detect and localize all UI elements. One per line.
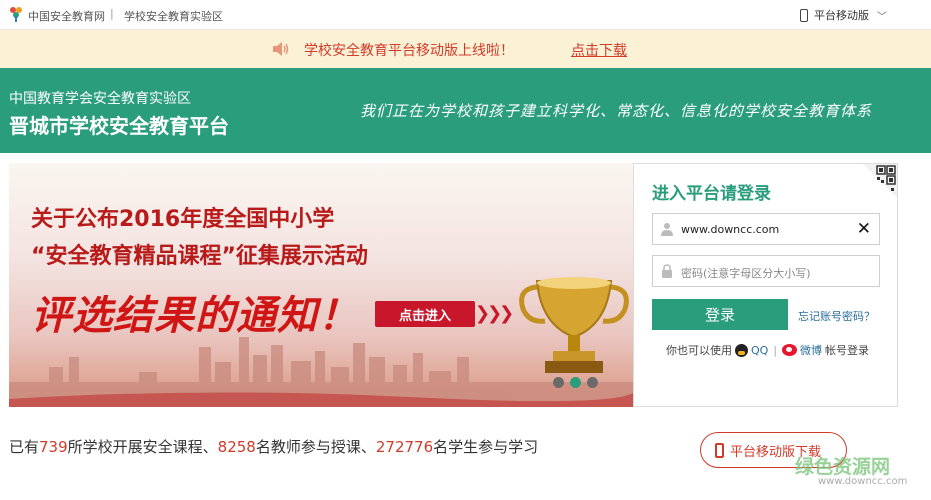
carousel-dot-1[interactable] bbox=[553, 377, 564, 388]
weibo-icon[interactable] bbox=[782, 344, 798, 356]
notice-download-link[interactable]: 点击下载 bbox=[571, 40, 627, 60]
chevron-down-icon: ﹀ bbox=[877, 11, 887, 23]
double-chevron-right-icon: ❯❯❯ bbox=[475, 303, 514, 324]
qq-icon[interactable] bbox=[735, 343, 748, 357]
login-button[interactable]: 登录 bbox=[652, 299, 788, 330]
site-name-link[interactable]: 中国安全教育网 bbox=[28, 8, 105, 24]
alt-login-divider: | bbox=[773, 343, 778, 357]
stats-text-4: 名学生参与学习 bbox=[433, 438, 539, 456]
notice-bar: 学校安全教育平台移动版上线啦！ 点击下载 bbox=[0, 30, 931, 68]
username-value: www.downcc.com bbox=[681, 223, 780, 236]
site-logo-icon[interactable] bbox=[8, 6, 24, 22]
student-count: 272776 bbox=[375, 438, 434, 456]
third-party-login: 你也可以使用 QQ | 微博 帐号登录 bbox=[666, 342, 869, 358]
banner-enter-button[interactable]: 点击进入 bbox=[375, 301, 475, 327]
carousel-dot-2[interactable] bbox=[570, 377, 581, 388]
watermark-logo: 绿色资源网 bbox=[795, 456, 891, 478]
watermark-url: www.downcc.com bbox=[818, 476, 908, 487]
stats-text-3: 名教师参与授课、 bbox=[255, 438, 376, 456]
weibo-login-link[interactable]: 微博 bbox=[800, 342, 822, 358]
banner-title-line3: 评选结果的通知！ bbox=[31, 293, 359, 339]
speaker-icon bbox=[273, 42, 289, 56]
notice-message: 学校安全教育平台移动版上线啦！ bbox=[304, 43, 514, 59]
carousel-dot-3[interactable] bbox=[587, 377, 598, 388]
forgot-password-link[interactable]: 忘记账号密码？ bbox=[798, 308, 875, 324]
phone-icon bbox=[800, 8, 808, 22]
password-field[interactable]: 密码(注意字母区分大小写) bbox=[652, 255, 880, 287]
login-panel: 进入平台请登录 www.downcc.com ✕ 密码(注意字母区分大小写) 登… bbox=[633, 163, 898, 407]
qr-code-icon[interactable] bbox=[863, 164, 897, 198]
password-placeholder: 密码(注意字母区分大小写) bbox=[681, 267, 811, 280]
mobile-version-label: 平台移动版 bbox=[814, 9, 869, 22]
platform-statistics: 已有739所学校开展安全课程、8258名教师参与授课、272776名学生参与学习 bbox=[9, 436, 538, 457]
organization-name: 中国教育学会安全教育实验区 bbox=[9, 91, 191, 107]
user-icon bbox=[661, 223, 673, 236]
topbar-separator: | bbox=[110, 7, 114, 20]
teacher-count: 8258 bbox=[217, 438, 256, 456]
username-field[interactable]: www.downcc.com ✕ bbox=[652, 213, 880, 245]
banner-title-line2: “安全教育精品课程”征集展示活动 bbox=[31, 244, 368, 269]
alt-login-suffix: 帐号登录 bbox=[825, 344, 870, 357]
qq-login-link[interactable]: QQ bbox=[751, 344, 768, 357]
top-bar: 中国安全教育网 | 学校安全教育实验区 平台移动版 ﹀ bbox=[0, 0, 931, 30]
banner-carousel[interactable]: 关于公布2016年度全国中小学 “安全教育精品课程”征集展示活动 评选结果的通知… bbox=[9, 163, 633, 407]
header-band: 中国教育学会安全教育实验区 晋城市学校安全教育平台 我们正在为学校和孩子建立科学… bbox=[0, 68, 931, 153]
carousel-indicators bbox=[553, 377, 598, 388]
banner-title-line1: 关于公布2016年度全国中小学 bbox=[31, 207, 335, 232]
mobile-version-menu[interactable]: 平台移动版 ﹀ bbox=[800, 7, 887, 23]
phone-icon bbox=[715, 442, 724, 458]
school-count: 739 bbox=[39, 438, 68, 456]
platform-title[interactable]: 晋城市学校安全教育平台 bbox=[9, 110, 229, 139]
login-heading: 进入平台请登录 bbox=[652, 184, 771, 204]
lock-icon bbox=[662, 264, 672, 278]
clear-icon[interactable]: ✕ bbox=[857, 219, 871, 239]
alt-login-prefix: 你也可以使用 bbox=[666, 344, 732, 357]
zone-name-link[interactable]: 学校安全教育实验区 bbox=[124, 8, 223, 24]
stats-text-1: 已有 bbox=[9, 438, 40, 456]
trophy-illustration bbox=[519, 277, 629, 373]
header-slogan: 我们正在为学校和孩子建立科学化、常态化、信息化的学校安全教育体系 bbox=[360, 102, 873, 120]
stats-text-2: 所学校开展安全课程、 bbox=[67, 438, 218, 456]
